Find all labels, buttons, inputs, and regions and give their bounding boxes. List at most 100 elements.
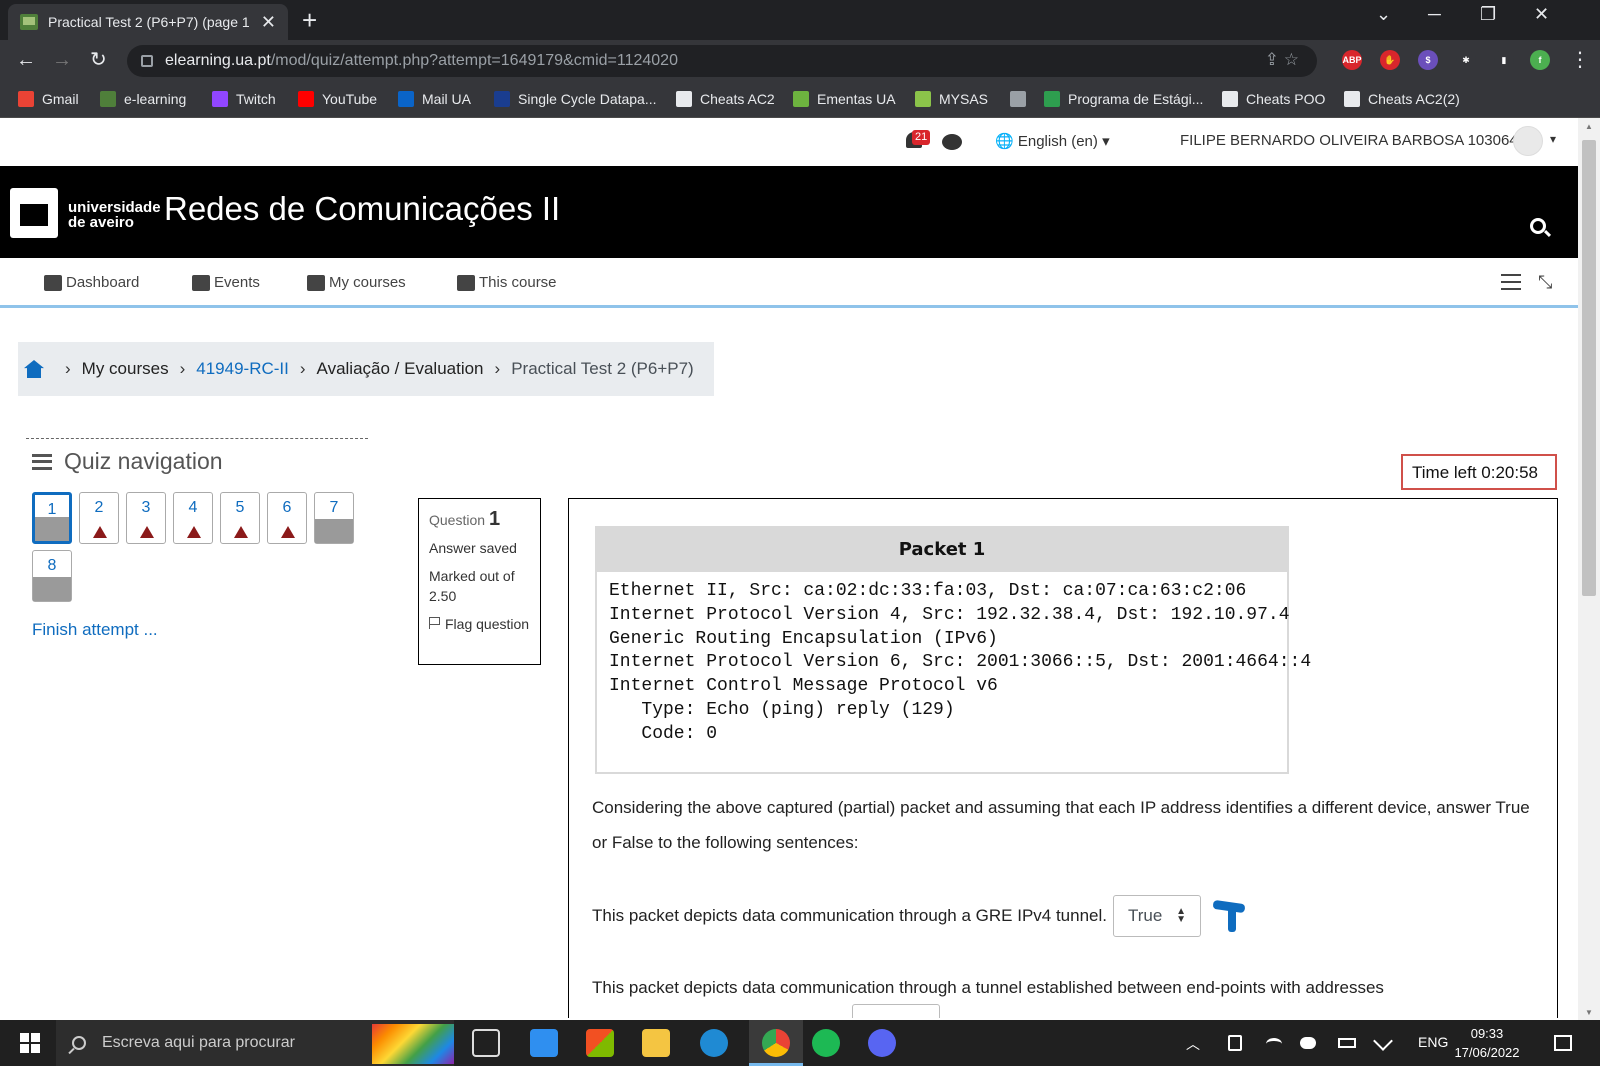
window-restore-button[interactable]: ❐ <box>1480 4 1496 25</box>
bookmark-item[interactable]: Cheats AC2 <box>676 91 775 107</box>
tray-overflow-icon[interactable]: ︿ <box>1186 1034 1200 1054</box>
bookmark-favicon-icon <box>1344 91 1360 107</box>
bookmark-item[interactable]: YouTube <box>298 91 377 107</box>
bookmark-item[interactable]: Mail UA <box>398 91 471 107</box>
reload-button[interactable]: ↻ <box>90 48 107 72</box>
answered-indicator <box>33 577 71 601</box>
warning-triangle-icon <box>187 526 201 538</box>
file-explorer-icon[interactable] <box>642 1029 670 1057</box>
nav-events[interactable]: Events <box>192 274 260 291</box>
mail-app-icon[interactable] <box>530 1029 558 1057</box>
notification-center-icon[interactable] <box>1554 1035 1572 1051</box>
bookmark-favicon-icon <box>494 91 510 107</box>
dollar-extension-icon[interactable]: $ <box>1418 50 1438 70</box>
task-view-icon[interactable] <box>472 1029 500 1057</box>
statement-1-select[interactable]: True ▲ ▼ <box>1113 895 1201 937</box>
window-minimize-button[interactable]: ─ <box>1428 4 1441 25</box>
bookmark-item[interactable]: MYSAS <box>915 91 988 107</box>
bookmark-item[interactable]: Ementas UA <box>793 91 896 107</box>
quiz-nav-question-1[interactable]: 1 <box>32 492 72 544</box>
quiz-nav-question-3[interactable]: 3 <box>126 492 166 544</box>
university-logo[interactable] <box>10 188 58 238</box>
quiz-nav-question-4[interactable]: 4 <box>173 492 213 544</box>
nav-dashboard[interactable]: Dashboard <box>44 274 139 291</box>
packet-line: Internet Protocol Version 6, Src: 2001:3… <box>609 652 1312 673</box>
tab-title: Practical Test 2 (P6+P7) (page 1 o <box>48 14 253 30</box>
windows-start-icon[interactable] <box>20 1033 40 1053</box>
quiz-nav-question-6[interactable]: 6 <box>267 492 307 544</box>
nav-this-course[interactable]: This course <box>457 274 557 291</box>
bookmark-item[interactable]: Cheats AC2(2) <box>1344 91 1460 107</box>
user-name[interactable]: FILIPE BERNARDO OLIVEIRA BARBOSA 103064 <box>1180 132 1518 149</box>
breadcrumb-evaluation[interactable]: Avaliação / Evaluation <box>317 359 484 379</box>
back-button[interactable]: ← <box>16 48 36 72</box>
edge-browser-icon[interactable] <box>700 1029 728 1057</box>
forward-button[interactable]: → <box>52 48 72 72</box>
bookmark-favicon-icon <box>1010 91 1026 107</box>
quiz-nav-question-8[interactable]: 8 <box>32 550 72 602</box>
home-icon[interactable] <box>24 360 44 378</box>
quiz-nav-question-5[interactable]: 5 <box>220 492 260 544</box>
address-bar[interactable]: elearning.ua.pt/mod/quiz/attempt.php?att… <box>127 45 1317 77</box>
calendar-icon <box>192 274 210 291</box>
user-bar: 21 🌐 English (en) ▾ FILIPE BERNARDO OLIV… <box>0 118 1578 166</box>
avatar[interactable] <box>1513 126 1543 156</box>
hand-icon[interactable]: ✋ <box>1380 50 1400 70</box>
scrollbar-thumb[interactable] <box>1582 140 1596 596</box>
messages-icon[interactable] <box>942 134 962 150</box>
wifi-icon[interactable] <box>1266 1038 1282 1050</box>
window-close-button[interactable]: ✕ <box>1534 4 1549 25</box>
profile-icon[interactable]: f <box>1530 50 1550 70</box>
user-menu-caret-icon[interactable]: ▾ <box>1550 132 1556 146</box>
flag-question-button[interactable]: Flag question <box>429 614 530 634</box>
quiz-nav-question-7[interactable]: 7 <box>314 492 354 544</box>
bookmark-item[interactable] <box>1010 91 1034 107</box>
breadcrumb-current: Practical Test 2 (P6+P7) <box>511 359 694 378</box>
bookmark-item[interactable]: Programa de Estági... <box>1044 91 1203 107</box>
breadcrumb: › My courses › 41949-RC-II › Avaliação /… <box>18 342 714 396</box>
onedrive-icon[interactable] <box>1300 1037 1316 1049</box>
statement-1-text: This packet depicts data communication t… <box>592 906 1107 925</box>
chrome-taskbar-active[interactable] <box>749 1020 803 1066</box>
packet-lines: Ethernet II, Src: ca:02:dc:33:fa:03, Dst… <box>597 572 1312 755</box>
spotify-icon[interactable] <box>812 1029 840 1057</box>
bookmark-item[interactable]: Single Cycle Datapa... <box>494 91 657 107</box>
bookmark-item[interactable]: Gmail <box>18 91 79 107</box>
quiz-nav-question-2[interactable]: 2 <box>79 492 119 544</box>
tab-close-icon[interactable]: ✕ <box>261 12 276 33</box>
drawer-toggle-icon[interactable] <box>1501 274 1521 290</box>
search-icon[interactable] <box>1530 218 1546 234</box>
battery-icon[interactable] <box>1338 1038 1356 1048</box>
bookmark-item[interactable]: e-learning <box>100 91 186 107</box>
nav-my-courses[interactable]: My courses <box>307 274 406 291</box>
language-menu[interactable]: 🌐 English (en) ▾ <box>995 132 1110 150</box>
discord-icon[interactable] <box>868 1029 896 1057</box>
collapse-icon[interactable]: ⤡ <box>1538 272 1552 293</box>
question-description: Considering the above captured (partial)… <box>592 798 1530 852</box>
breadcrumb-my-courses[interactable]: My courses <box>82 359 169 379</box>
browser-menu-icon[interactable]: ⋮ <box>1570 48 1590 72</box>
browser-tab-active[interactable]: Practical Test 2 (P6+P7) (page 1 o ✕ <box>8 4 288 40</box>
packet-line: Type: Echo (ping) reply (129) <box>609 699 955 720</box>
page-scrollbar[interactable]: ▲ ▼ <box>1578 118 1600 1022</box>
bookmark-item[interactable]: Cheats POO <box>1222 91 1325 107</box>
store-app-icon[interactable] <box>586 1029 614 1057</box>
new-tab-button[interactable]: + <box>302 6 317 34</box>
finish-attempt-link[interactable]: Finish attempt ... <box>32 620 158 640</box>
scroll-down-icon[interactable]: ▼ <box>1585 1008 1593 1017</box>
meet-icon[interactable] <box>1228 1035 1242 1051</box>
scroll-up-icon[interactable]: ▲ <box>1585 122 1593 131</box>
tab-search-icon[interactable]: ⌄ <box>1376 4 1391 25</box>
breadcrumb-course[interactable]: 41949-RC-II <box>196 359 289 379</box>
share-star-icons[interactable]: ⇪ ☆ <box>1265 50 1299 70</box>
statement-2-select[interactable] <box>852 1004 940 1018</box>
pen-icon[interactable] <box>1373 1031 1393 1051</box>
adblock-icon[interactable]: ABP <box>1342 50 1362 70</box>
extensions-puzzle-icon[interactable]: ✱ <box>1456 50 1476 70</box>
taskbar-clock[interactable]: 09:33 17/06/2022 <box>1438 1024 1536 1062</box>
question-marks: Marked out of 2.50 <box>429 568 515 604</box>
side-panel-icon[interactable]: ▮ <box>1494 50 1514 70</box>
windows-taskbar: Escreva aqui para procurar ︿ ENG 09:33 1… <box>0 1020 1600 1066</box>
time-left: Time left 0:20:58 <box>1401 454 1557 490</box>
bookmark-item[interactable]: Twitch <box>212 91 276 107</box>
